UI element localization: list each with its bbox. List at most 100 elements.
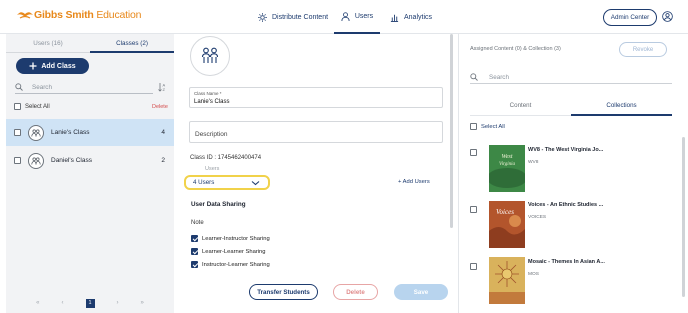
svg-text:Virginia: Virginia (499, 162, 516, 167)
collection-title[interactable]: WV8 - The West Virginia Jo... (528, 147, 603, 153)
class-id: Class ID : 1745462400474 (190, 155, 262, 161)
select-all-classes[interactable]: Select All (14, 103, 50, 110)
pagination: « ‹ 1 › » (6, 293, 174, 313)
chevron-down-icon (251, 181, 260, 186)
class-row-checkbox[interactable] (14, 157, 21, 164)
top-bar: Gibbs Smith Education Distribute Content… (0, 0, 688, 34)
nav-distribute-content[interactable]: Distribute Content (258, 0, 328, 34)
group-icon (201, 47, 219, 63)
search-placeholder: Search (489, 73, 509, 81)
revoke-button[interactable]: Revoke (619, 42, 667, 57)
detail-scrollbar[interactable] (450, 34, 453, 228)
class-avatar (190, 36, 230, 76)
description-placeholder: Description (195, 131, 228, 138)
add-class-button[interactable]: Add Class (16, 58, 89, 74)
bar-chart-icon (390, 14, 399, 22)
left-tabs: Users (16) Classes (2) (6, 34, 174, 53)
nav-analytics[interactable]: Analytics (390, 0, 432, 34)
tab-content[interactable]: Content (470, 97, 571, 116)
brand-name: Gibbs Smith Education (34, 9, 142, 21)
select-all-collections[interactable]: Select All (470, 123, 505, 130)
class-user-count: 2 (161, 157, 165, 164)
collection-checkbox-wrap[interactable] (470, 260, 477, 270)
prev-page-button[interactable]: ‹ (62, 300, 64, 306)
collection-checkbox[interactable] (470, 263, 477, 270)
tab-collections[interactable]: Collections (571, 97, 672, 116)
right-tabs: Content Collections (470, 97, 672, 116)
class-name-label: Class Name * (194, 91, 222, 96)
users-dropdown[interactable]: 4 Users (184, 175, 270, 190)
collection-cover-image: West Virginia (487, 145, 527, 192)
brand-logo[interactable]: Gibbs Smith Education (16, 9, 141, 21)
class-user-count: 4 (161, 129, 165, 136)
user-data-sharing-heading: User Data Sharing (191, 201, 246, 208)
collection-cover-image: Voices (489, 201, 525, 248)
class-group-icon (28, 152, 44, 169)
description-field[interactable]: Description (189, 121, 443, 143)
nav-label: Distribute Content (272, 13, 329, 21)
collection-cover-image (489, 257, 525, 304)
search-icon (15, 83, 23, 91)
current-page[interactable]: 1 (85, 298, 95, 308)
transfer-students-button[interactable]: Transfer Students (249, 284, 318, 300)
svg-text:Z: Z (163, 87, 166, 92)
nav-label: Analytics (404, 13, 433, 21)
assigned-summary: Assigned Content (0) & Collection (3) (470, 46, 561, 52)
collection-code: WV8 (528, 160, 539, 165)
svg-text:Voices: Voices (496, 208, 514, 216)
users-dropdown-value: 4 Users (193, 179, 215, 186)
nav-users[interactable]: Users (334, 0, 380, 34)
add-users-link[interactable]: + Add Users (398, 179, 430, 185)
class-row[interactable]: Lanie's Class 4 (6, 119, 174, 146)
tab-classes[interactable]: Classes (2) (90, 34, 174, 53)
select-all-checkbox[interactable] (470, 123, 477, 130)
user-icon (341, 11, 350, 21)
brand-logo-icon (17, 12, 33, 19)
save-button[interactable]: Save (394, 284, 448, 300)
collections-scrollbar[interactable] (682, 137, 685, 297)
sharing-label: Learner-Instructor Sharing (202, 235, 270, 242)
collection-title[interactable]: Voices - An Ethnic Studies ... (528, 202, 603, 208)
nav-label: Users (354, 12, 374, 20)
collection-checkbox[interactable] (470, 149, 477, 156)
first-page-button[interactable]: « (36, 300, 39, 306)
collection-checkbox-wrap[interactable] (470, 146, 477, 156)
sharing-option[interactable]: Learner-Instructor Sharing (191, 235, 270, 242)
select-all-label: Select All (25, 103, 50, 110)
collection-code: MOS (528, 272, 539, 277)
collection-checkbox[interactable] (470, 206, 477, 213)
class-row-checkbox[interactable] (14, 129, 21, 136)
sharing-checkbox[interactable] (191, 248, 198, 255)
admin-center-button[interactable]: Admin Center (603, 9, 657, 26)
sharing-option[interactable]: Learner-Learner Sharing (191, 248, 265, 255)
svg-text:West: West (501, 154, 512, 160)
add-class-label: Add Class (41, 62, 76, 70)
assigned-content-panel: Assigned Content (0) & Collection (3) Re… (458, 34, 688, 313)
search-placeholder: Search (32, 83, 52, 91)
plus-icon (29, 62, 37, 70)
delete-classes-link[interactable]: Delete (152, 104, 168, 110)
sharing-checkbox[interactable] (191, 235, 198, 242)
users-label: Users (205, 166, 220, 172)
select-all-label: Select All (481, 123, 505, 130)
class-name-field[interactable]: Class Name * Lanie's Class (189, 87, 443, 108)
last-page-button[interactable]: » (141, 300, 144, 306)
collection-title[interactable]: Mosaic - Themes In Asian A... (528, 259, 605, 265)
sun-icon (258, 12, 267, 22)
class-search-input[interactable]: Search (15, 81, 153, 94)
tab-users[interactable]: Users (16) (6, 34, 90, 53)
note-label: Note (191, 220, 204, 226)
class-row[interactable]: Daniel's Class 2 (6, 147, 174, 174)
sharing-option[interactable]: Instructor-Learner Sharing (191, 261, 270, 268)
account-avatar-icon[interactable] (662, 11, 673, 22)
delete-class-button[interactable]: Delete (333, 284, 378, 300)
sharing-checkbox[interactable] (191, 261, 198, 268)
collection-search-input[interactable]: Search (470, 71, 672, 84)
class-name: Daniel's Class (51, 157, 92, 164)
next-page-button[interactable]: › (117, 300, 119, 306)
select-all-checkbox[interactable] (14, 103, 21, 110)
collection-code: VOICES (528, 215, 547, 220)
sort-icon[interactable]: A Z (158, 82, 167, 92)
class-detail-panel: Class Name * Lanie's Class Description C… (174, 34, 458, 313)
collection-checkbox-wrap[interactable] (470, 203, 477, 213)
